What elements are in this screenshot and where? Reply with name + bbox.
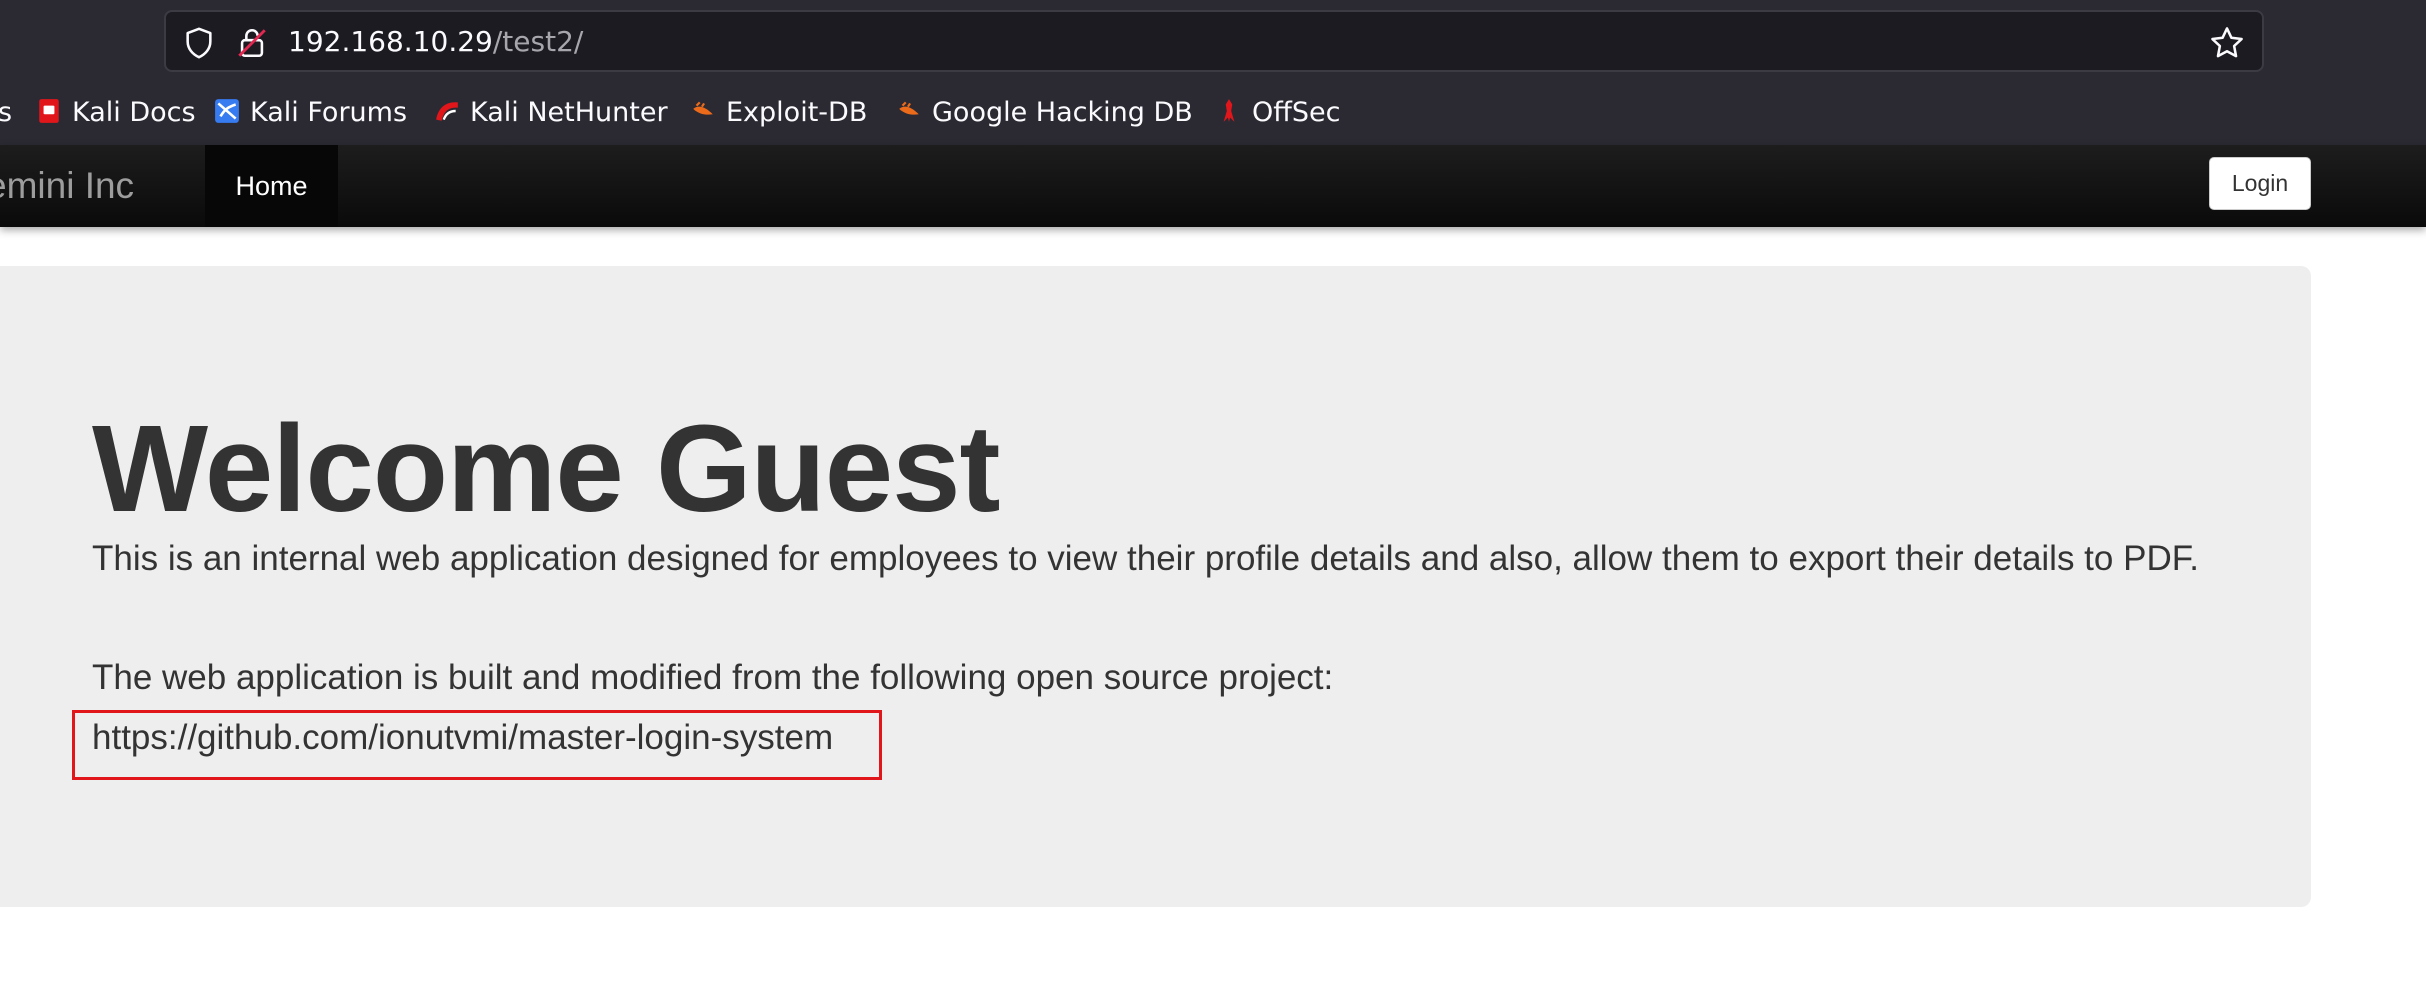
bookmark-kali-forums[interactable]: Kali Forums <box>214 88 407 138</box>
kali-docs-icon <box>39 98 59 123</box>
project-paragraph: The web application is built and modifie… <box>92 658 1334 697</box>
url-path: /test2/ <box>492 25 584 58</box>
url-text[interactable]: 192.168.10.29/test2/ <box>288 24 583 60</box>
bookmark-kali-nethunter[interactable]: Kali NetHunter <box>434 88 668 138</box>
login-button[interactable]: Login <box>2209 157 2311 210</box>
google-hacking-db-icon <box>899 101 919 115</box>
url-host: 192.168.10.29 <box>288 25 493 58</box>
bookmarks-toolbar: s Kali Docs Kali Forums Kali NetHunter E… <box>0 88 2426 138</box>
bookmark-label: OffSec <box>1252 97 1341 128</box>
offsec-icon <box>1223 98 1235 122</box>
kali-nethunter-icon <box>436 101 458 121</box>
bookmark-label: Kali NetHunter <box>470 97 668 128</box>
bookmark-kali-docs[interactable]: Kali Docs <box>36 88 196 138</box>
intro-paragraph: This is an internal web application desi… <box>92 539 2199 578</box>
brand-name[interactable]: emini Inc <box>0 145 134 227</box>
bookmark-offsec[interactable]: OffSec <box>1216 88 1340 138</box>
bookmark-label: s <box>0 97 13 128</box>
bookmark-cropped[interactable]: s <box>0 88 12 138</box>
nav-home-link[interactable]: Home <box>205 145 338 227</box>
highlight-box <box>72 710 882 780</box>
exploit-db-icon <box>693 101 713 115</box>
bookmark-label: Kali Docs <box>72 97 196 128</box>
shield-icon[interactable] <box>182 26 216 60</box>
bookmark-exploit-db[interactable]: Exploit-DB <box>690 88 867 138</box>
kali-forums-icon <box>215 98 239 123</box>
bookmark-label: Exploit-DB <box>726 97 868 128</box>
browser-chrome: 192.168.10.29/test2/ s Kali Docs Kali Fo… <box>0 0 2426 145</box>
address-bar[interactable]: 192.168.10.29/test2/ <box>164 10 2264 72</box>
bookmark-label: Kali Forums <box>250 97 408 128</box>
site-navbar: emini Inc Home Login <box>0 145 2426 227</box>
page-title: Welcome Guest <box>92 401 1001 538</box>
insecure-lock-icon[interactable] <box>235 26 269 60</box>
bookmark-google-hacking-db[interactable]: Google Hacking DB <box>896 88 1193 138</box>
bookmark-label: Google Hacking DB <box>932 97 1193 128</box>
bookmark-star-icon[interactable] <box>2208 24 2246 62</box>
